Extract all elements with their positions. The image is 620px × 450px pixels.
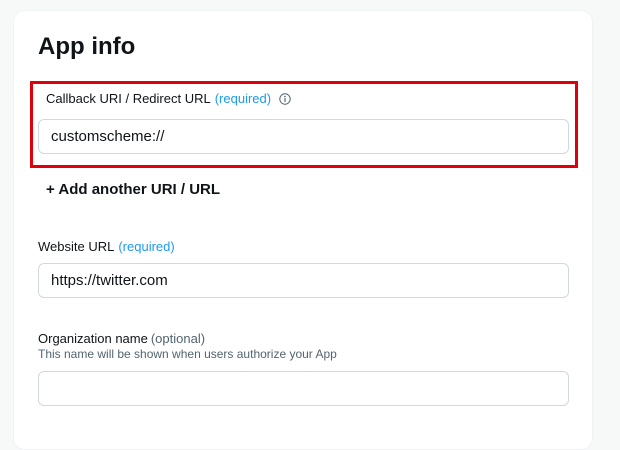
website-url-label: Website URL (required) [38,239,175,255]
website-required-tag: (required) [118,239,175,254]
section-title: App info [38,33,136,60]
callback-url-input[interactable] [38,119,569,154]
organization-helper-text: This name will be shown when users autho… [38,347,337,361]
website-url-input[interactable] [38,263,569,298]
organization-name-label: Organization name (optional) [38,331,205,347]
callback-required-tag: (required) [214,91,272,106]
organization-optional-tag: (optional) [150,331,206,346]
add-another-url-link[interactable]: + Add another URI / URL [46,180,220,200]
organization-name-label-text: Organization name [38,331,148,346]
callback-url-label: Callback URI / Redirect URL (required) [46,91,291,107]
website-url-label-text: Website URL [38,239,115,254]
info-icon[interactable] [279,93,291,105]
callback-url-label-text: Callback URI / Redirect URL [46,91,211,106]
app-info-card: App info Callback URI / Redirect URL (req… [13,10,593,450]
organization-name-input[interactable] [38,371,569,406]
